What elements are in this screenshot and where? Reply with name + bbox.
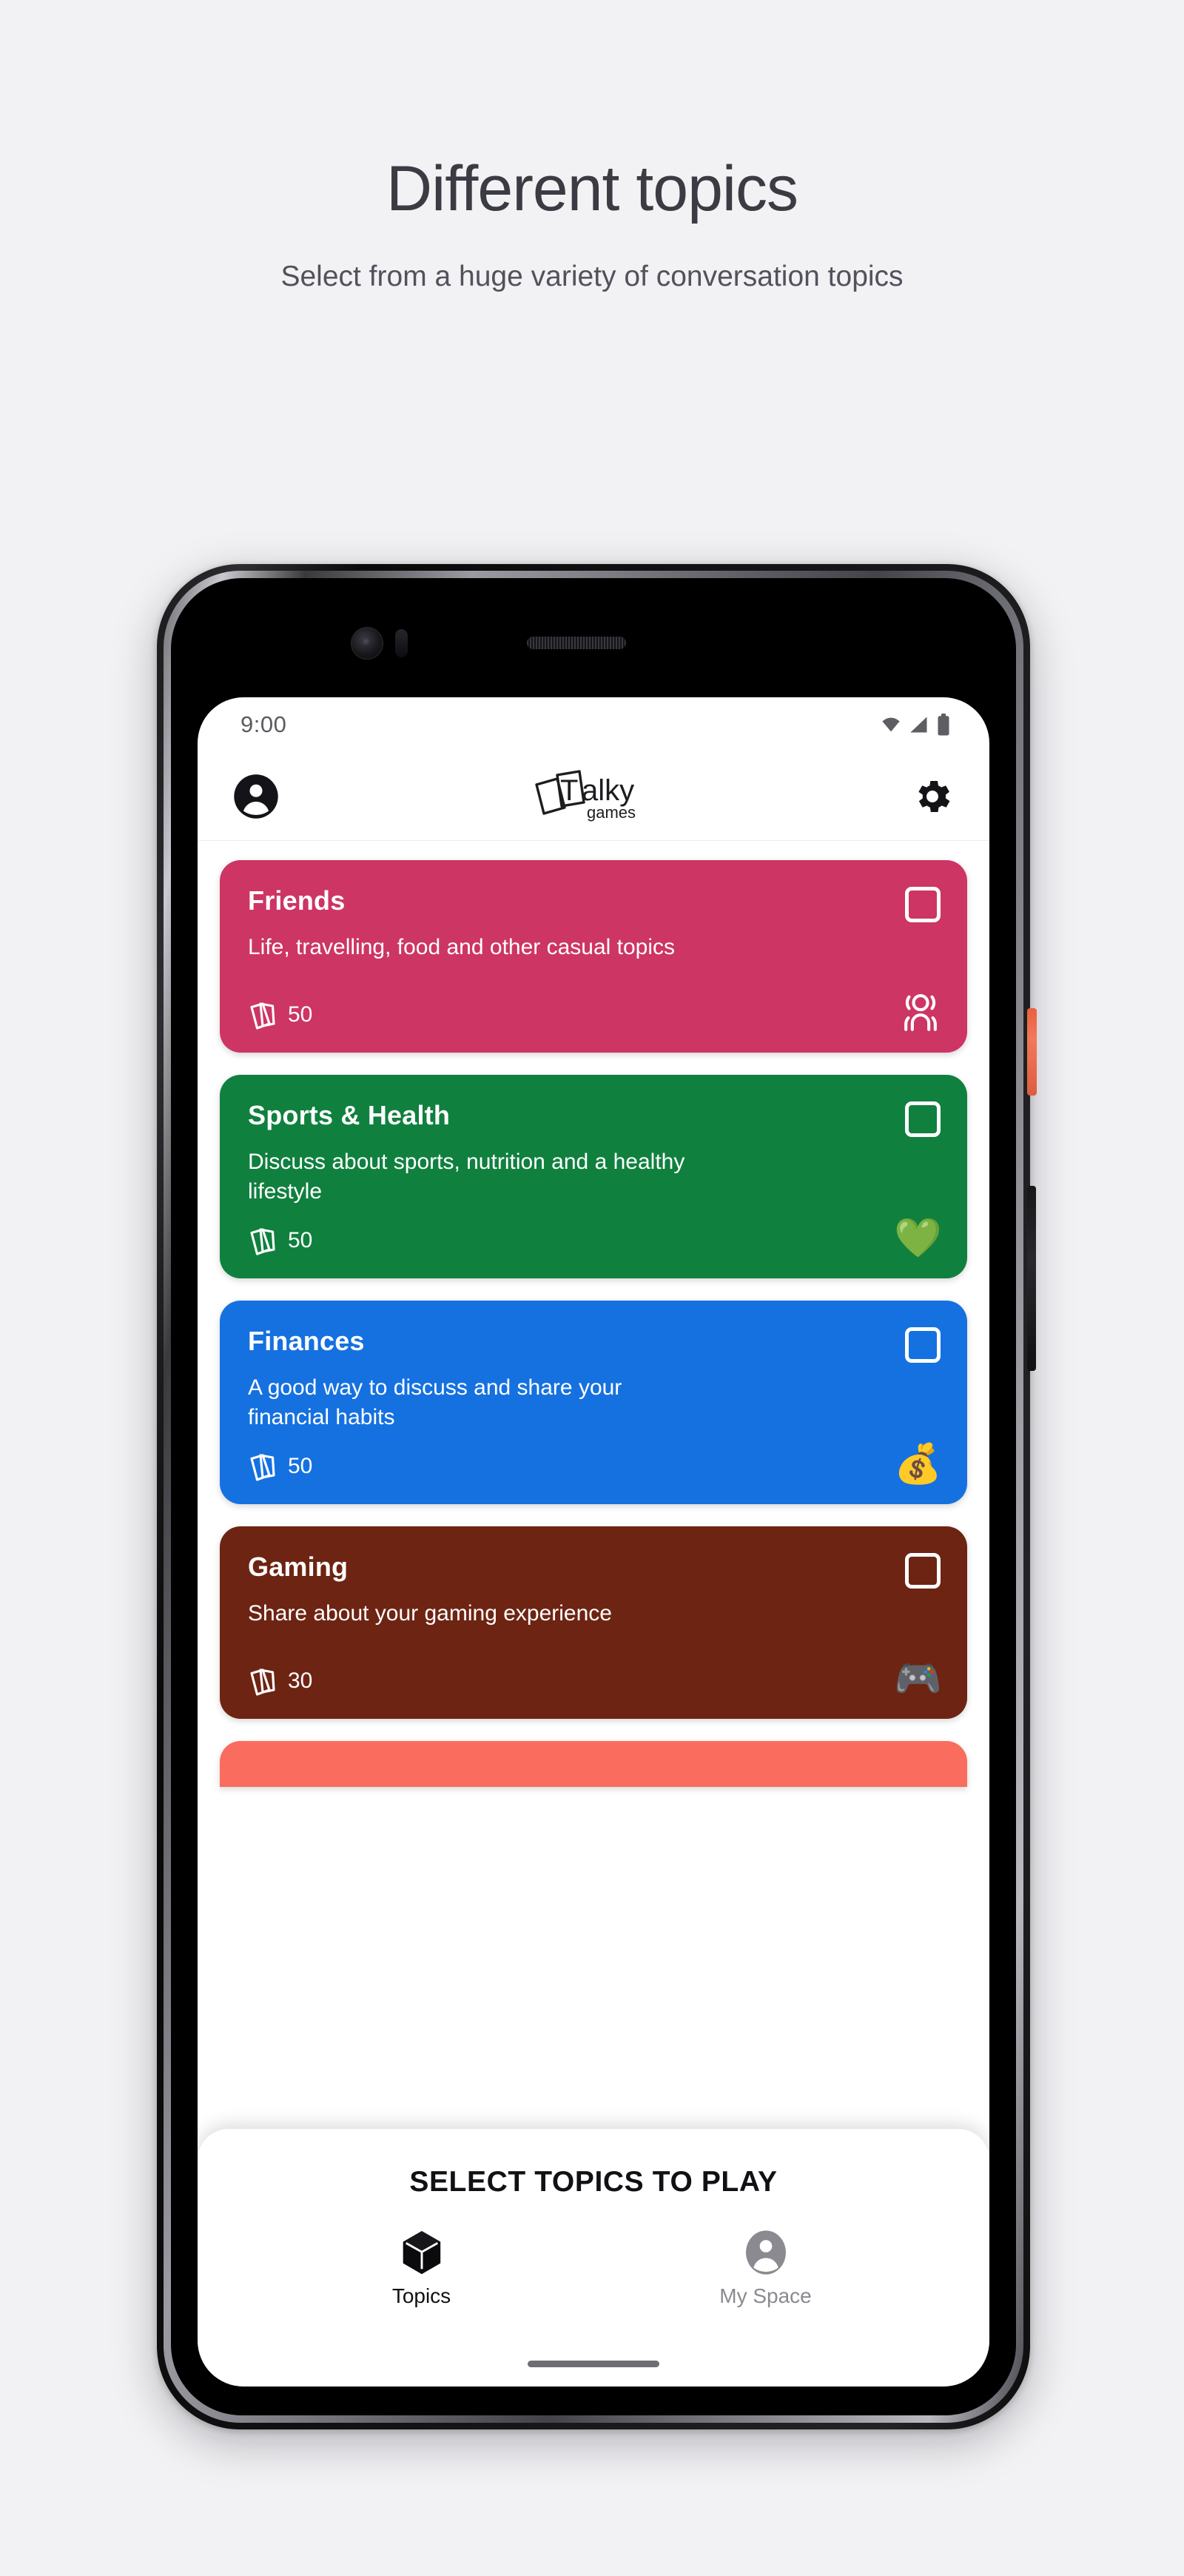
page-title: Different topics	[386, 153, 798, 224]
card-count: 50	[288, 1002, 313, 1027]
topic-footer: 50	[248, 1432, 939, 1482]
topic-checkbox[interactable]	[905, 1101, 941, 1137]
account-circle-icon	[745, 2230, 786, 2275]
page-subtitle: Select from a huge variety of conversati…	[280, 261, 904, 292]
promo-header: Different topics Select from a huge vari…	[0, 0, 1184, 298]
topic-checkbox[interactable]	[905, 887, 941, 922]
heartbeat-icon: 💚	[894, 1217, 942, 1261]
money-bag-icon: 💰	[894, 1443, 942, 1486]
topic-checkbox[interactable]	[905, 1553, 941, 1589]
card-count: 50	[288, 1228, 313, 1253]
status-clock: 9:00	[240, 711, 287, 737]
earpiece-speaker-icon	[527, 637, 626, 649]
people-group-icon	[904, 994, 937, 1031]
card-count-group: 30	[248, 1666, 312, 1697]
topic-footer: 50	[248, 980, 939, 1030]
cellular-signal-icon	[910, 717, 927, 733]
phone-mockup: 9:00 T alky games Friends Life, travelli…	[157, 564, 1037, 2429]
promo-page: Different topics Select from a huge vari…	[0, 0, 1184, 2576]
card-count: 50	[288, 1454, 313, 1479]
volume-button[interactable]	[1027, 1186, 1036, 1371]
gear-icon[interactable]	[911, 775, 954, 818]
proximity-sensor-icon	[395, 629, 408, 657]
account-circle-icon[interactable]	[233, 774, 279, 819]
card-deck-icon	[250, 1454, 275, 1481]
battery-icon	[938, 714, 949, 736]
topic-card-sports-health[interactable]: Sports & Health Discuss about sports, nu…	[220, 1075, 967, 1279]
topic-card-finances[interactable]: Finances A good way to discuss and share…	[220, 1301, 967, 1505]
topic-footer: 30	[248, 1646, 939, 1697]
topic-card-friends[interactable]: Friends Life, travelling, food and other…	[220, 860, 967, 1053]
app-logo: T alky games	[528, 768, 662, 825]
logo-subtitle: games	[587, 803, 636, 822]
phone-screen: 9:00 T alky games Friends Life, travelli…	[198, 697, 989, 2387]
topic-title: Finances	[248, 1326, 365, 1357]
select-topics-cta[interactable]: SELECT TOPICS TO PLAY	[409, 2166, 777, 2198]
topic-description: Share about your gaming experience	[248, 1601, 612, 1626]
topic-card-next-peek[interactable]	[220, 1741, 967, 1788]
status-icons	[880, 714, 951, 736]
card-count-group: 50	[248, 1451, 312, 1482]
svg-text:alky: alky	[582, 774, 634, 807]
topic-title: Gaming	[248, 1552, 349, 1583]
talky-games-logo-icon: T alky games	[535, 769, 636, 822]
card-deck-icon	[250, 1228, 275, 1255]
card-deck-icon	[250, 1668, 275, 1696]
topic-footer: 50	[248, 1206, 939, 1256]
front-camera-icon	[351, 627, 383, 660]
card-count: 30	[288, 1668, 313, 1694]
cube-icon	[403, 2230, 440, 2275]
wifi-icon	[882, 717, 900, 732]
status-bar: 9:00	[198, 697, 989, 752]
topic-title: Sports & Health	[248, 1100, 451, 1130]
nav-item-topics[interactable]: Topics	[326, 2230, 518, 2308]
logo-letter: T	[560, 774, 578, 807]
home-indicator[interactable]	[528, 2361, 659, 2367]
topic-checkbox[interactable]	[905, 1327, 941, 1364]
card-deck-icon	[250, 1002, 275, 1030]
bottom-navigation: Topics My Space	[198, 2230, 989, 2308]
nav-label: Topics	[391, 2284, 451, 2307]
app-bar: T alky games	[198, 752, 989, 841]
topic-description: A good way to discuss and share your fin…	[248, 1375, 622, 1429]
nav-item-my-space[interactable]: My Space	[670, 2230, 862, 2308]
topic-card-gaming[interactable]: Gaming Share about your gaming experienc…	[220, 1526, 967, 1720]
game-controller-icon: 🎮	[894, 1657, 942, 1701]
card-count-group: 50	[248, 1225, 312, 1256]
card-count-group: 50	[248, 999, 312, 1030]
topic-description: Discuss about sports, nutrition and a he…	[248, 1150, 685, 1204]
nav-label: My Space	[719, 2284, 812, 2307]
topic-description: Life, travelling, food and other casual …	[248, 935, 676, 959]
topic-title: Friends	[248, 885, 346, 916]
power-button[interactable]	[1027, 1008, 1037, 1096]
bottom-sheet: SELECT TOPICS TO PLAY Topics My Space	[198, 2129, 989, 2387]
